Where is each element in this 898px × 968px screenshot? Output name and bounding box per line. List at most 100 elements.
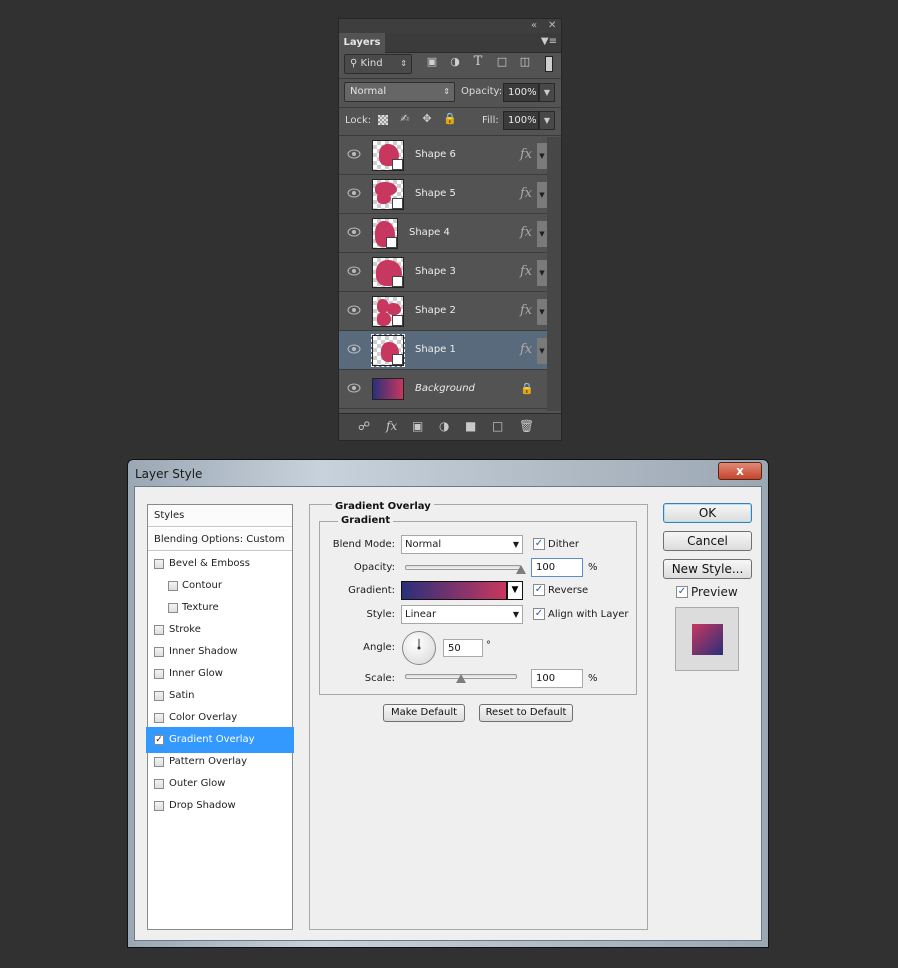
blending-options-item[interactable]: Blending Options: Custom xyxy=(148,529,292,551)
effect-item-gradient-overlay[interactable]: ✓ Gradient Overlay xyxy=(146,727,294,753)
layer-row-shape-6[interactable]: Shape 6 fx ▼ xyxy=(339,136,547,175)
expand-effects-toggle[interactable]: ▼ xyxy=(537,260,547,286)
angle-dial[interactable] xyxy=(402,631,436,665)
layers-scrollbar[interactable] xyxy=(547,137,561,411)
angle-input[interactable]: 50 xyxy=(443,639,483,657)
layer-row-shape-1[interactable]: Shape 1 fx ▼ xyxy=(339,331,547,370)
eye-icon[interactable] xyxy=(347,188,361,198)
cancel-button[interactable]: Cancel xyxy=(663,531,752,551)
effect-item-pattern-overlay[interactable]: Pattern Overlay xyxy=(148,751,292,773)
ok-button[interactable]: OK xyxy=(663,503,752,523)
layer-row-shape-5[interactable]: Shape 5 fx ▼ xyxy=(339,175,547,214)
preview-checkbox[interactable]: ✓ xyxy=(676,586,688,598)
eye-icon[interactable] xyxy=(347,383,361,393)
effect-checkbox[interactable] xyxy=(168,581,178,591)
fill-dropdown-button[interactable]: ▼ xyxy=(539,111,555,130)
effect-checkbox[interactable] xyxy=(154,647,164,657)
link-layers-icon[interactable]: ☍ xyxy=(358,419,370,433)
gradient-picker[interactable] xyxy=(401,581,507,600)
effect-item-satin[interactable]: Satin xyxy=(148,685,292,707)
close-icon[interactable]: ✕ xyxy=(548,19,556,33)
scale-input[interactable]: 100 xyxy=(531,669,583,688)
effect-checkbox[interactable]: ✓ xyxy=(154,735,164,745)
styles-header[interactable]: Styles xyxy=(148,505,292,527)
opacity-field[interactable]: 100% xyxy=(503,83,539,102)
reverse-checkbox[interactable]: ✓ xyxy=(533,584,545,596)
fx-icon[interactable]: fx xyxy=(520,225,532,240)
add-layer-style-icon[interactable]: fx xyxy=(386,419,397,433)
layer-row-background[interactable]: Background 🔒 xyxy=(339,370,547,409)
filter-kind-select[interactable]: ⚲ Kind ⇕ xyxy=(344,54,412,74)
new-style-button[interactable]: New Style... xyxy=(663,559,752,579)
scale-slider-thumb[interactable] xyxy=(456,674,466,683)
tab-layers[interactable]: Layers xyxy=(339,33,385,54)
layer-row-shape-2[interactable]: Shape 2 fx ▼ xyxy=(339,292,547,331)
expand-effects-toggle[interactable]: ▼ xyxy=(537,143,547,169)
shape-filter-icon[interactable]: □ xyxy=(494,55,510,68)
filter-toggle-icon[interactable] xyxy=(545,56,553,72)
dither-checkbox[interactable]: ✓ xyxy=(533,538,545,550)
panel-menu-icon[interactable]: ▼≡ xyxy=(541,36,557,47)
gradient-dropdown-button[interactable]: ▼ xyxy=(507,581,523,600)
fx-icon[interactable]: fx xyxy=(520,303,532,318)
lock-transparency-icon[interactable] xyxy=(378,115,388,125)
trash-icon[interactable]: 🗑 xyxy=(519,419,534,433)
lock-all-icon[interactable]: 🔒 xyxy=(442,112,458,125)
expand-effects-toggle[interactable]: ▼ xyxy=(537,299,547,325)
fx-icon[interactable]: fx xyxy=(520,264,532,279)
effect-checkbox[interactable] xyxy=(154,713,164,723)
effect-item-inner-glow[interactable]: Inner Glow xyxy=(148,663,292,685)
smart-object-filter-icon[interactable]: ◫ xyxy=(517,55,533,68)
fx-icon[interactable]: fx xyxy=(520,147,532,162)
reset-to-default-button[interactable]: Reset to Default xyxy=(479,704,573,722)
effect-checkbox[interactable] xyxy=(154,669,164,679)
effect-checkbox[interactable] xyxy=(154,691,164,701)
effect-item-color-overlay[interactable]: Color Overlay xyxy=(148,707,292,729)
opacity-input[interactable]: 100 xyxy=(531,558,583,577)
effect-checkbox[interactable] xyxy=(154,779,164,789)
eye-icon[interactable] xyxy=(347,305,361,315)
eye-icon[interactable] xyxy=(347,344,361,354)
effect-checkbox[interactable] xyxy=(154,559,164,569)
effect-checkbox[interactable] xyxy=(154,801,164,811)
effect-item-texture[interactable]: Texture xyxy=(148,597,292,619)
blend-mode-select[interactable]: Normal ⇕ xyxy=(344,82,455,102)
make-default-button[interactable]: Make Default xyxy=(383,704,465,722)
effect-item-stroke[interactable]: Stroke xyxy=(148,619,292,641)
effect-item-bevel-emboss[interactable]: Bevel & Emboss xyxy=(148,553,292,575)
lock-pixels-icon[interactable]: ✍ xyxy=(397,112,413,125)
effect-item-contour[interactable]: Contour xyxy=(148,575,292,597)
double-chevron-icon[interactable]: « xyxy=(531,19,537,33)
adjustment-filter-icon[interactable]: ◑ xyxy=(447,55,463,68)
add-mask-icon[interactable]: ▣ xyxy=(412,419,423,433)
eye-icon[interactable] xyxy=(347,266,361,276)
effect-checkbox[interactable] xyxy=(168,603,178,613)
layer-row-shape-4[interactable]: Shape 4 fx ▼ xyxy=(339,214,547,253)
new-group-icon[interactable]: ■ xyxy=(465,419,476,433)
align-checkbox[interactable]: ✓ xyxy=(533,608,545,620)
effect-checkbox[interactable] xyxy=(154,625,164,635)
lock-position-icon[interactable]: ✥ xyxy=(419,112,435,125)
fx-icon[interactable]: fx xyxy=(520,186,532,201)
expand-effects-toggle[interactable]: ▼ xyxy=(537,221,547,247)
effect-item-inner-shadow[interactable]: Inner Shadow xyxy=(148,641,292,663)
effect-item-outer-glow[interactable]: Outer Glow xyxy=(148,773,292,795)
opacity-slider[interactable] xyxy=(405,565,521,570)
fill-field[interactable]: 100% xyxy=(503,111,539,130)
style-select[interactable]: Linear ▼ xyxy=(401,605,523,624)
effect-checkbox[interactable] xyxy=(154,757,164,767)
close-button[interactable]: x xyxy=(718,462,762,480)
opacity-dropdown-button[interactable]: ▼ xyxy=(539,83,555,102)
effect-item-drop-shadow[interactable]: Drop Shadow xyxy=(148,795,292,817)
type-filter-icon[interactable]: T xyxy=(470,54,486,69)
eye-icon[interactable] xyxy=(347,227,361,237)
expand-effects-toggle[interactable]: ▼ xyxy=(537,182,547,208)
new-layer-icon[interactable]: □ xyxy=(492,419,503,433)
opacity-slider-thumb[interactable] xyxy=(516,565,526,574)
image-filter-icon[interactable]: ▣ xyxy=(424,55,440,68)
new-adjustment-icon[interactable]: ◑ xyxy=(439,419,449,433)
expand-effects-toggle[interactable]: ▼ xyxy=(537,338,547,364)
layer-row-shape-3[interactable]: Shape 3 fx ▼ xyxy=(339,253,547,292)
eye-icon[interactable] xyxy=(347,149,361,159)
blend-mode-select[interactable]: Normal ▼ xyxy=(401,535,523,554)
